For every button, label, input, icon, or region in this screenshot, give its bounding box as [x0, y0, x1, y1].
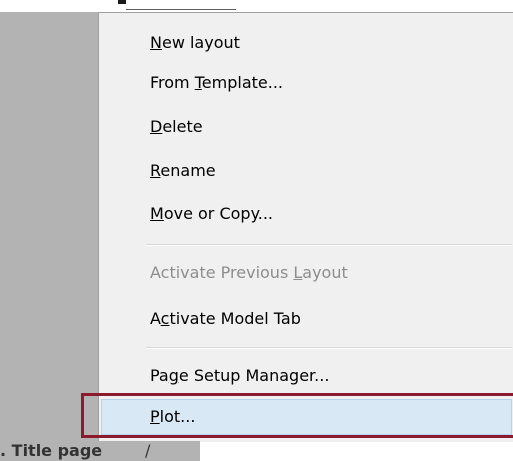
cursor-mark — [118, 0, 126, 4]
menu-item-label: Activate Previous Layout — [150, 263, 348, 282]
menu-item-activate-previous-layout: Activate Previous Layout — [99, 253, 513, 293]
menu-item-label: Move or Copy... — [150, 204, 274, 223]
menu-item-page-setup-manager[interactable]: Page Setup Manager... — [99, 356, 513, 396]
layout-context-menu: New layout From Template... Delete Renam… — [98, 12, 513, 442]
menu-item-label: Delete — [150, 117, 203, 136]
menu-item-rename[interactable]: Rename — [99, 151, 513, 191]
menu-item-label: Activate Model Tab — [150, 309, 301, 328]
menu-item-delete[interactable]: Delete — [99, 107, 513, 147]
menu-item-label: Rename — [150, 161, 216, 180]
stage: New layout From Template... Delete Renam… — [0, 0, 513, 461]
top-edge-line — [126, 9, 236, 10]
menu-item-move-or-copy[interactable]: Move or Copy... — [99, 194, 513, 234]
plot-callout-box — [81, 393, 513, 438]
menu-item-label: From Template... — [150, 73, 284, 92]
menu-separator — [146, 244, 512, 246]
menu-item-new-layout[interactable]: New layout — [99, 23, 513, 63]
menu-item-from-template[interactable]: From Template... — [99, 63, 513, 103]
menu-item-label: New layout — [150, 33, 240, 52]
menu-item-label: Page Setup Manager... — [150, 366, 330, 385]
tab-separator: / — [145, 441, 151, 460]
menu-separator — [146, 347, 512, 349]
layout-tab-title-page[interactable]: . Title page — [0, 441, 102, 461]
menu-item-activate-model-tab[interactable]: Activate Model Tab — [99, 299, 513, 339]
